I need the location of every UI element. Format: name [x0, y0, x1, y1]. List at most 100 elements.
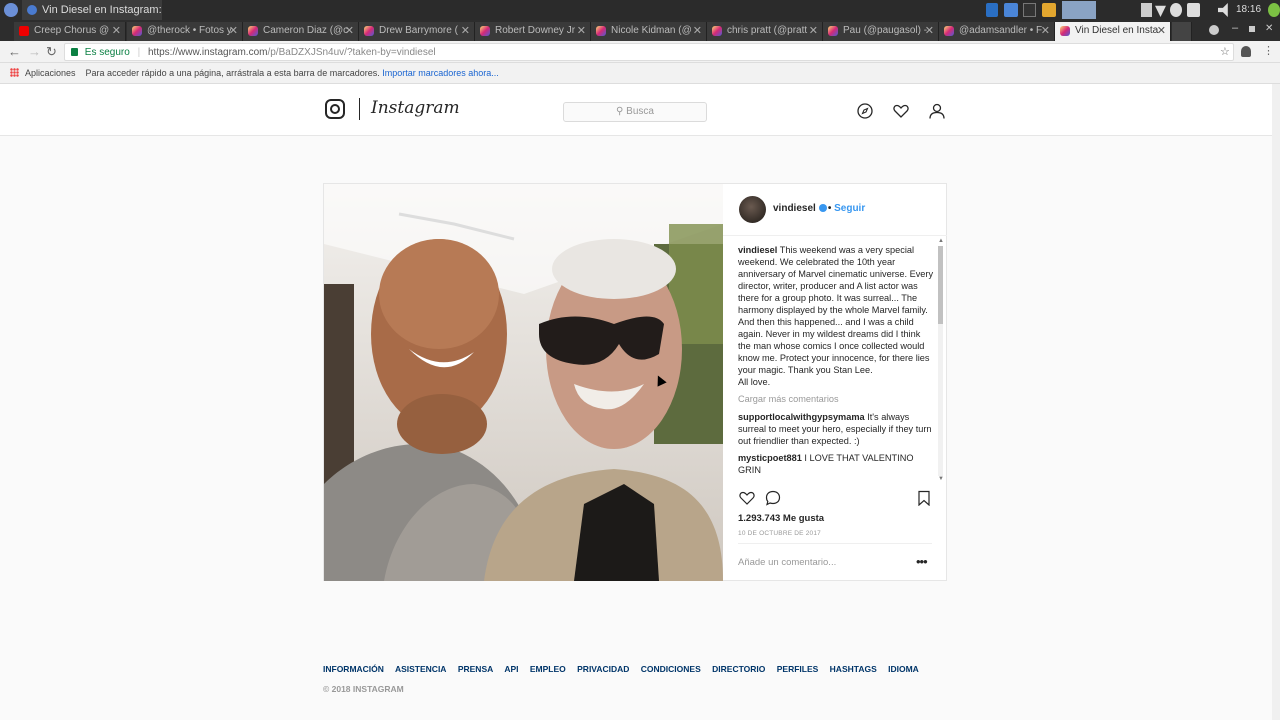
maximize-icon[interactable] — [1249, 26, 1255, 32]
back-arrow-icon[interactable]: ← — [8, 44, 21, 59]
instagram-icon — [596, 26, 606, 36]
avatar[interactable] — [739, 196, 766, 223]
add-comment-input[interactable]: Añade un comentario... — [738, 557, 836, 568]
tab-close-icon[interactable]: ✕ — [461, 24, 470, 37]
footer-link-prensa[interactable]: PRENSA — [458, 664, 493, 674]
tab-robert-downey[interactable]: Robert Downey Jr ✕ — [475, 22, 591, 41]
comment-bubble-icon[interactable] — [764, 490, 782, 506]
os-menu-icon[interactable] — [4, 3, 18, 17]
tab-pau-gasol[interactable]: Pau (@paugasol) - ✕ — [823, 22, 939, 41]
address-bar[interactable]: Es seguro | https://www.instagram.com/p/… — [64, 43, 1234, 61]
profile-user-icon[interactable] — [929, 103, 945, 119]
tab-nicole-kidman[interactable]: Nicole Kidman (@ ✕ — [591, 22, 707, 41]
footer-link-empleo[interactable]: EMPLEO — [530, 664, 566, 674]
post-photo[interactable] — [324, 184, 723, 581]
chrome-menu-icon[interactable]: ⋮ — [1263, 44, 1274, 57]
import-bookmarks-link[interactable]: Importar marcadores ahora... — [382, 68, 499, 78]
settings-gear-icon[interactable] — [1170, 3, 1182, 17]
footer-link-directorio[interactable]: DIRECTORIO — [712, 664, 765, 674]
like-heart-icon[interactable] — [738, 490, 756, 506]
comment-item: mysticpoet881 I LOVE THAT VALENTINO GRIN — [738, 452, 934, 476]
scroll-up-arrow-icon[interactable]: ▲ — [938, 238, 944, 244]
post-date[interactable]: 10 DE OCTUBRE DE 2017 — [738, 530, 821, 537]
tray-app-icon[interactable] — [1004, 3, 1018, 17]
tab-close-icon[interactable]: ✕ — [112, 24, 121, 37]
footer-link-privacidad[interactable]: PRIVACIDAD — [577, 664, 629, 674]
instagram-camera-icon[interactable] — [325, 99, 345, 119]
scroll-down-arrow-icon[interactable]: ▼ — [938, 476, 944, 482]
tab-drew-barrymore[interactable]: Drew Barrymore ( ✕ — [359, 22, 475, 41]
tab-chris-pratt[interactable]: chris pratt (@pratt ✕ — [707, 22, 823, 41]
reload-icon[interactable]: ↻ — [46, 44, 57, 60]
new-tab-button[interactable] — [1172, 22, 1192, 41]
scrollbar-thumb[interactable] — [938, 246, 943, 324]
active-window-button[interactable]: Vin Diesel en Instagram: “T... — [22, 0, 162, 20]
volume-icon[interactable] — [1218, 3, 1228, 17]
chrome-tray-icon[interactable] — [1062, 1, 1096, 19]
terminal-icon[interactable] — [1023, 3, 1036, 17]
bookmark-star-icon[interactable]: ☆ — [1220, 45, 1230, 58]
close-window-icon[interactable]: ✕ — [1265, 23, 1273, 34]
bookmarks-bar: Aplicaciones Para acceder rápido a una p… — [0, 63, 1280, 84]
vscode-icon[interactable] — [986, 3, 998, 17]
footer-nav: INFORMACIÓN ASISTENCIA PRENSA API EMPLEO… — [323, 664, 928, 674]
browser-tab-strip: Creep Chorus @ ✕ @therock • Fotos y ✕ Ca… — [0, 20, 1280, 41]
comment-username[interactable]: mysticpoet881 — [738, 453, 802, 463]
camera-icon[interactable] — [1187, 3, 1200, 17]
update-icon[interactable] — [1268, 3, 1280, 17]
clock: 18:16 — [1236, 4, 1262, 15]
caption-username[interactable]: vindiesel — [738, 245, 777, 255]
tab-close-icon[interactable]: ✕ — [809, 24, 818, 37]
more-options-icon[interactable]: ••• — [916, 554, 928, 569]
tab-adam-sandler[interactable]: @adamsandler • F ✕ — [939, 22, 1055, 41]
chrome-icon — [27, 5, 37, 15]
account-icon[interactable] — [1241, 46, 1251, 57]
footer-link-hashtags[interactable]: HASHTAGS — [830, 664, 877, 674]
tab-close-icon[interactable]: ✕ — [693, 24, 702, 37]
minimize-icon[interactable]: – — [1232, 22, 1238, 34]
footer-link-condiciones[interactable]: CONDICIONES — [641, 664, 701, 674]
active-window-title: Vin Diesel en Instagram: “T... — [42, 4, 162, 16]
tab-close-icon[interactable]: ✕ — [345, 24, 354, 37]
search-input[interactable]: ⚲ Busca — [563, 102, 707, 122]
footer-link-api[interactable]: API — [504, 664, 518, 674]
browser-toolbar: ← → ↻ Es seguro | https://www.instagram.… — [0, 41, 1280, 63]
folder-icon[interactable] — [1042, 3, 1056, 17]
follow-button[interactable]: Seguir — [834, 203, 865, 214]
instagram-header: Instagram ⚲ Busca — [0, 84, 1272, 136]
tab-creep-chorus[interactable]: Creep Chorus @ ✕ — [14, 22, 126, 41]
dropbox-icon[interactable] — [1141, 3, 1152, 17]
page-scrollbar[interactable] — [1272, 84, 1280, 720]
verified-badge-icon — [818, 204, 827, 212]
save-bookmark-icon[interactable] — [916, 490, 932, 506]
footer-link-asistencia[interactable]: ASISTENCIA — [395, 664, 446, 674]
tab-cameron-diaz[interactable]: Cameron Diaz (@c ✕ — [243, 22, 359, 41]
footer-link-idioma[interactable]: IDIOMA — [888, 664, 919, 674]
heart-activity-icon[interactable] — [893, 103, 909, 119]
tab-vin-diesel[interactable]: Vin Diesel en Insta ✕ — [1055, 22, 1171, 41]
comments-list[interactable]: vindiesel This weekend was a very specia… — [738, 244, 934, 484]
apps-link[interactable]: Aplicaciones — [25, 68, 76, 78]
tab-close-icon[interactable]: ✕ — [577, 24, 586, 37]
comments-scrollbar[interactable]: ▲ ▼ — [936, 238, 945, 484]
footer-link-perfiles[interactable]: PERFILES — [777, 664, 819, 674]
dot-separator: • — [827, 203, 832, 214]
tab-close-icon[interactable]: ✕ — [1041, 24, 1050, 37]
post-username[interactable]: vindiesel — [773, 203, 816, 214]
tab-close-icon[interactable]: ✕ — [1157, 24, 1166, 37]
footer-link-informacion[interactable]: INFORMACIÓN — [323, 664, 384, 674]
profile-icon[interactable] — [1209, 25, 1219, 35]
load-more-comments-link[interactable]: Cargar más comentarios — [738, 393, 934, 405]
tab-close-icon[interactable]: ✕ — [925, 24, 934, 37]
tab-therock[interactable]: @therock • Fotos y ✕ — [127, 22, 243, 41]
comment-username[interactable]: supportlocalwithgypsymama — [738, 412, 865, 422]
search-placeholder: Busca — [626, 106, 654, 117]
likes-count[interactable]: 1.293.743 Me gusta — [738, 513, 824, 524]
explore-compass-icon[interactable] — [857, 103, 873, 119]
instagram-icon — [828, 26, 838, 36]
instagram-wordmark[interactable]: Instagram — [371, 98, 460, 118]
header-divider — [359, 98, 360, 120]
apps-grid-icon[interactable] — [10, 68, 19, 77]
forward-arrow-icon[interactable]: → — [28, 44, 41, 59]
tab-close-icon[interactable]: ✕ — [229, 24, 238, 37]
